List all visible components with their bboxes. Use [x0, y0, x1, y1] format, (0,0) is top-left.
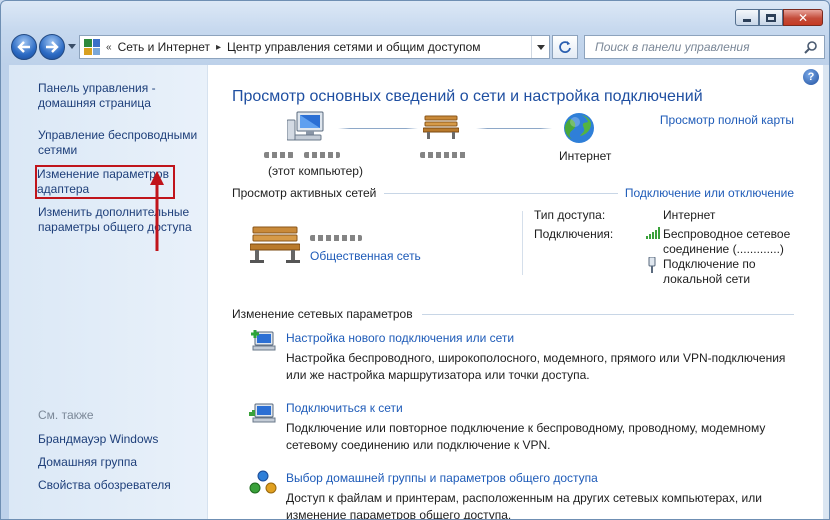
- this-computer-caption: (этот компьютер): [268, 164, 363, 178]
- task-new-connection-link[interactable]: Настройка нового подключения или сети: [286, 331, 514, 345]
- navigation-bar: « Сеть и Интернет ▸ Центр управления сет…: [9, 34, 825, 60]
- active-networks-heading: Просмотр активных сетей: [232, 186, 377, 200]
- sidebar-item-firewall[interactable]: Брандмауэр Windows: [38, 432, 208, 447]
- connections-label: Подключения:: [534, 227, 614, 241]
- map-connection-line: [338, 128, 418, 129]
- maximize-icon: [766, 13, 776, 22]
- task-new-connection-desc: Настройка беспроводного, широкополосного…: [286, 351, 786, 382]
- bench-icon: [423, 115, 459, 139]
- wireless-ssid[interactable]: (.............): [733, 242, 784, 256]
- search-box[interactable]: Поиск в панели управления: [584, 35, 825, 59]
- task-connect-network-desc: Подключение или повторное подключение к …: [286, 421, 766, 452]
- sidebar-item-internet-options[interactable]: Свойства обозревателя: [38, 478, 208, 493]
- homegroup-icon: [249, 470, 277, 494]
- chevron-double-left-icon[interactable]: «: [106, 42, 112, 53]
- breadcrumb-network-internet[interactable]: Сеть и Интернет: [118, 40, 210, 54]
- arrow-left-icon: [17, 41, 30, 53]
- arrow-right-icon: [46, 41, 59, 53]
- refresh-button[interactable]: [552, 35, 578, 59]
- section-divider-2: [422, 314, 794, 315]
- network-bench-icon: [250, 226, 300, 263]
- task-homegroup-link[interactable]: Выбор домашней группы и параметров общег…: [286, 471, 598, 485]
- search-input[interactable]: Поиск в панели управления: [595, 40, 804, 54]
- minimize-button[interactable]: [735, 9, 759, 26]
- redacted-text: [264, 152, 294, 158]
- wifi-signal-icon: [646, 227, 660, 239]
- network-type-link[interactable]: Общественная сеть: [310, 249, 421, 263]
- window-controls: ✕: [735, 9, 823, 26]
- access-type-value: Интернет: [663, 208, 716, 222]
- sidebar: Панель управления - домашняя страница Уп…: [9, 65, 208, 519]
- refresh-icon: [559, 41, 571, 53]
- sidebar-item-advanced-sharing[interactable]: Изменить дополнительные параметры общего…: [38, 205, 208, 235]
- internet-node-label: Интернет: [559, 149, 612, 163]
- main-content: ? Просмотр основных сведений о сети и на…: [208, 65, 825, 520]
- connect-network-icon: [249, 403, 276, 423]
- lan-connection-link[interactable]: Подключение по локальной сети: [663, 257, 783, 287]
- ethernet-icon: [648, 257, 656, 273]
- chevron-down-icon: [536, 44, 545, 50]
- address-bar[interactable]: « Сеть и Интернет ▸ Центр управления сет…: [79, 35, 550, 59]
- task-connect-network-link[interactable]: Подключиться к сети: [286, 401, 403, 415]
- task-homegroup-desc: Доступ к файлам и принтерам, расположенн…: [286, 491, 762, 520]
- redacted-text: [304, 152, 340, 158]
- control-panel-icon: [84, 39, 100, 55]
- back-button[interactable]: [11, 34, 37, 60]
- sidebar-item-control-panel-home[interactable]: Панель управления - домашняя страница: [38, 81, 208, 111]
- connect-disconnect-link[interactable]: Подключение или отключение: [625, 186, 794, 200]
- map-connection-line-2: [476, 128, 552, 129]
- highlight-arrow-icon: [150, 171, 164, 251]
- sidebar-item-homegroup[interactable]: Домашняя группа: [38, 455, 208, 470]
- recent-pages-dropdown[interactable]: [68, 44, 76, 49]
- page-title: Просмотр основных сведений о сети и наст…: [232, 88, 703, 105]
- view-full-map-link[interactable]: Просмотр полной карты: [660, 113, 794, 127]
- maximize-button[interactable]: [759, 9, 783, 26]
- breadcrumb-network-center[interactable]: Центр управления сетями и общим доступом: [227, 40, 481, 54]
- address-dropdown[interactable]: [531, 36, 549, 58]
- globe-icon: [564, 113, 594, 143]
- change-settings-heading: Изменение сетевых параметров: [232, 307, 413, 321]
- close-icon: ✕: [797, 10, 809, 25]
- redacted-text: [310, 235, 362, 241]
- wireless-connection-link[interactable]: Беспроводное сетевое соединение (.......…: [663, 227, 813, 257]
- new-connection-icon: [251, 330, 276, 351]
- sidebar-item-manage-wireless[interactable]: Управление беспроводными сетями: [38, 128, 208, 158]
- close-button[interactable]: ✕: [783, 9, 823, 26]
- help-icon[interactable]: ?: [803, 69, 819, 85]
- chevron-right-icon[interactable]: ▸: [216, 42, 221, 53]
- vertical-divider: [522, 211, 523, 275]
- forward-button[interactable]: [39, 34, 65, 60]
- minimize-icon: [743, 19, 751, 22]
- see-also-label: См. также: [38, 408, 94, 422]
- access-type-label: Тип доступа:: [534, 208, 606, 222]
- computer-icon: [287, 111, 324, 141]
- window: ✕ « Сеть и Интернет ▸ Центр управления с…: [0, 0, 830, 520]
- search-icon[interactable]: [804, 40, 818, 54]
- redacted-text: [420, 152, 468, 158]
- section-divider: [384, 193, 618, 194]
- scrollbar[interactable]: [823, 65, 829, 519]
